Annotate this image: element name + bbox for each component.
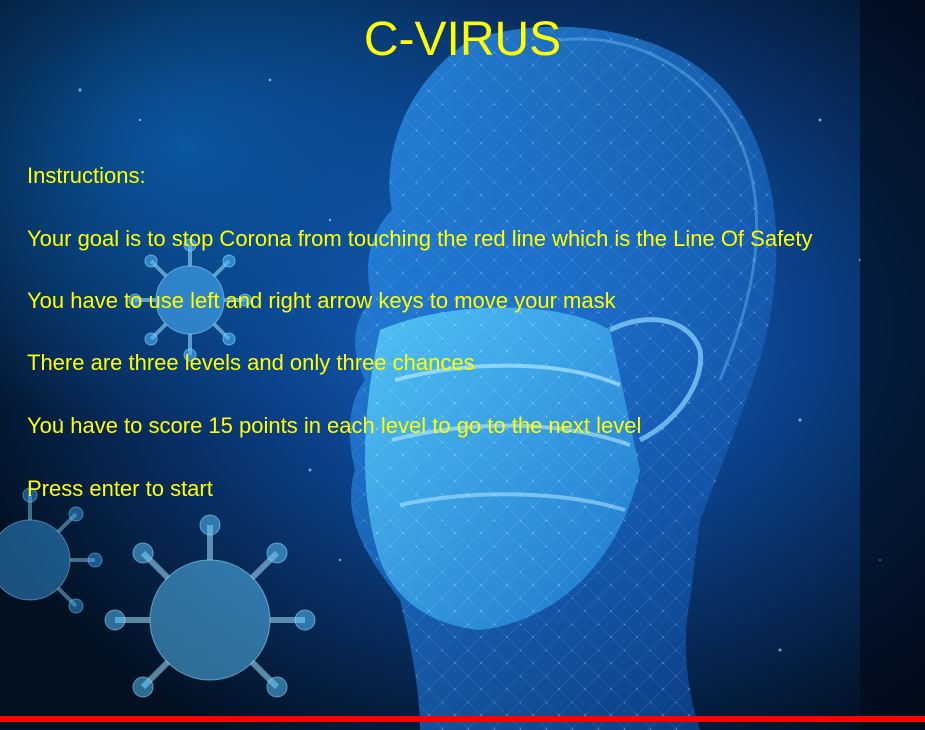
instruction-score: You have to score 15 points in each leve…: [27, 413, 642, 438]
game-screen[interactable]: C-VIRUS Instructions: Your goal is to st…: [0, 0, 925, 730]
game-title: C-VIRUS: [363, 13, 562, 66]
instruction-start: Press enter to start: [27, 476, 213, 501]
instructions-heading: Instructions:: [27, 163, 146, 188]
line-of-safety: [0, 716, 925, 722]
instruction-controls: You have to use left and right arrow key…: [27, 288, 616, 313]
instruction-goal: Your goal is to stop Corona from touchin…: [27, 226, 813, 251]
instruction-levels: There are three levels and only three ch…: [27, 350, 475, 375]
